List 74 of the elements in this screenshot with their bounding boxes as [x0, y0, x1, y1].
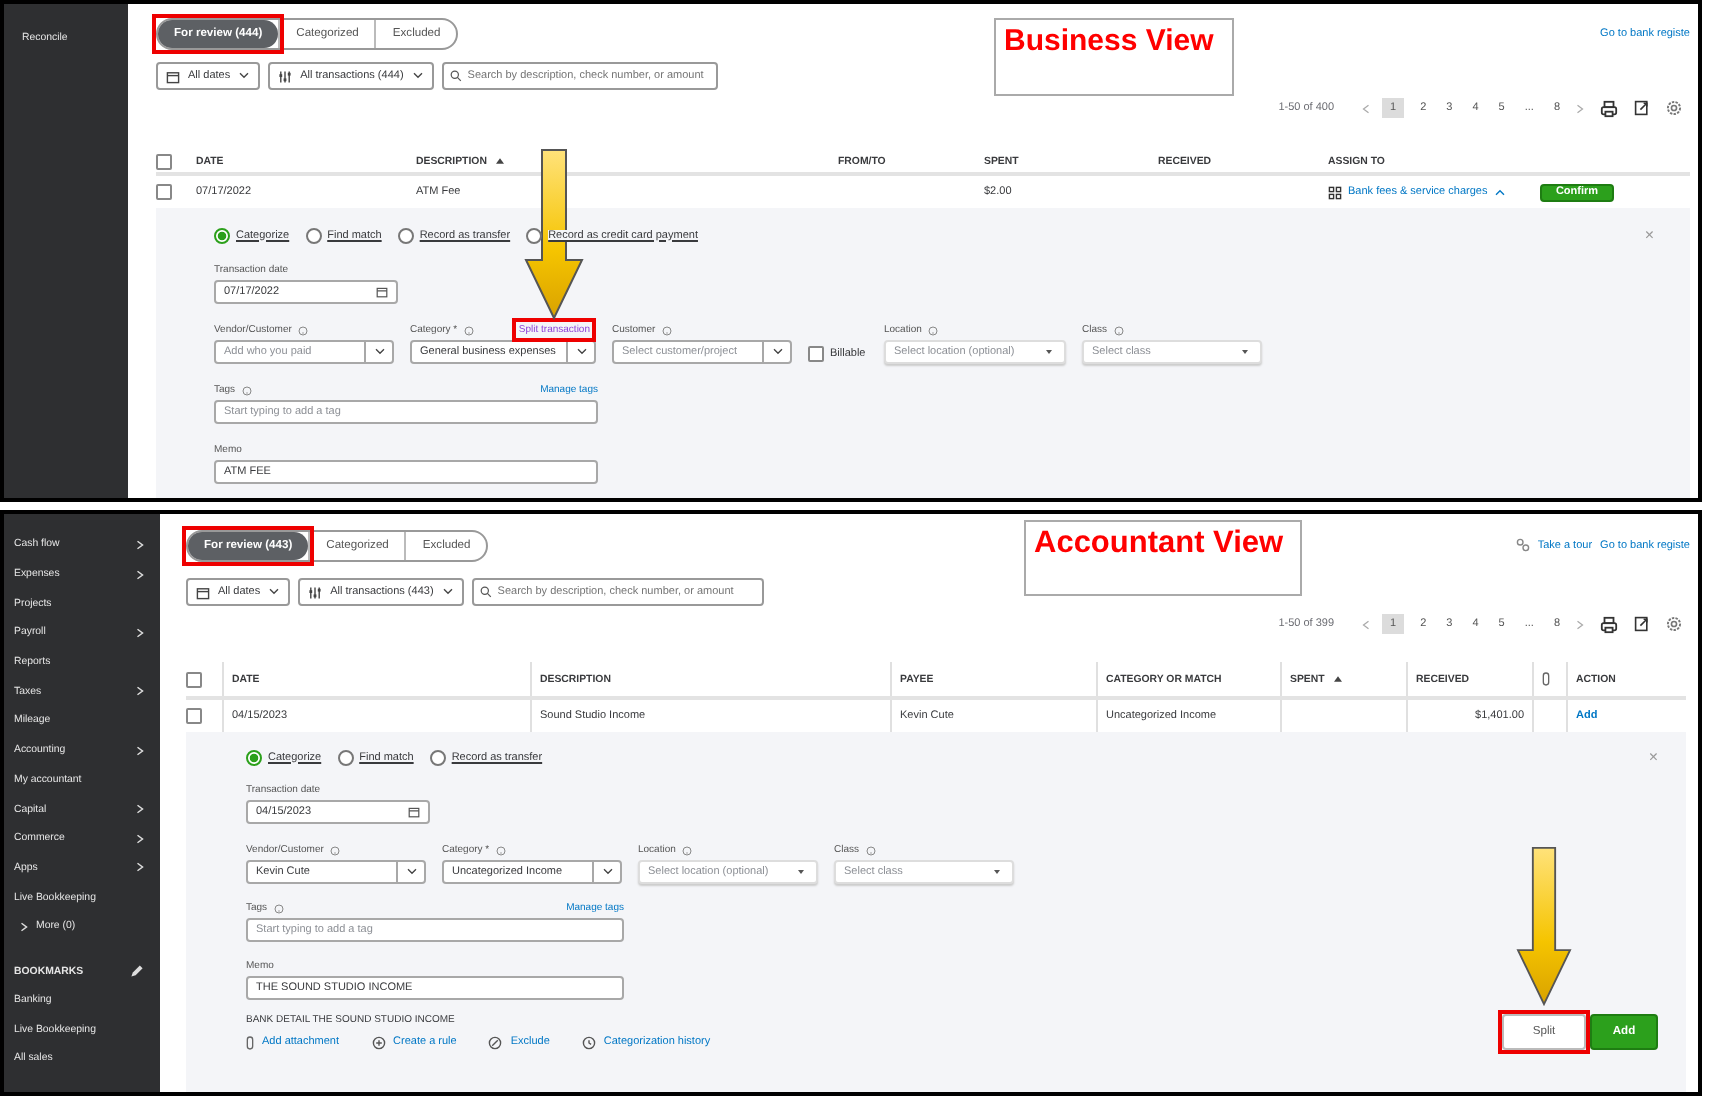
view-label: Business View	[994, 18, 1234, 96]
blocked-icon	[488, 1035, 503, 1049]
chevron-icon	[136, 804, 144, 815]
caret-icon	[1242, 350, 1248, 354]
radio-button[interactable]	[397, 227, 414, 243]
chevron-down-icon	[771, 348, 783, 356]
export-icon[interactable]	[1634, 616, 1650, 632]
settings-icon[interactable]	[1666, 616, 1682, 632]
calendar-icon	[408, 806, 420, 818]
chevron-down-icon	[575, 348, 587, 356]
checkbox[interactable]	[808, 346, 824, 362]
search-icon	[449, 70, 462, 82]
calendar-icon	[196, 585, 210, 599]
print-icon[interactable]	[1600, 99, 1618, 117]
chevron-down-icon	[601, 868, 613, 876]
chevron-down-icon	[373, 348, 385, 356]
paperclip-icon	[1542, 672, 1550, 686]
plus-circle-icon	[371, 1035, 386, 1049]
help-icon[interactable]	[463, 325, 474, 335]
help-icon[interactable]	[927, 325, 938, 335]
row-checkbox[interactable]	[186, 708, 202, 724]
calendar-icon	[166, 69, 180, 83]
chevron-down-icon	[405, 868, 417, 876]
help-icon[interactable]	[661, 325, 672, 335]
export-icon[interactable]	[1634, 100, 1650, 116]
paperclip-icon	[246, 1035, 254, 1049]
chevron-icon	[136, 627, 144, 638]
radio-button[interactable]	[526, 227, 543, 243]
calendar-icon	[376, 286, 388, 298]
select-all-checkbox[interactable]	[186, 671, 202, 687]
sliders-icon	[278, 69, 293, 83]
search-icon	[479, 586, 492, 598]
caret-icon[interactable]	[1493, 188, 1506, 196]
radio-button[interactable]	[337, 749, 354, 765]
help-icon[interactable]	[495, 845, 506, 855]
chevron-icon	[136, 862, 144, 873]
caret-icon	[798, 870, 804, 874]
radio-button[interactable]	[214, 227, 230, 243]
help-icon[interactable]	[329, 845, 340, 855]
chevron-icon	[136, 539, 144, 550]
previous-page-icon[interactable]	[1362, 103, 1371, 113]
help-icon[interactable]	[1113, 325, 1124, 335]
print-icon[interactable]	[1600, 615, 1618, 633]
row-checkbox[interactable]	[156, 184, 172, 200]
tour-icon	[1515, 538, 1530, 552]
help-icon[interactable]	[865, 845, 876, 855]
radio-button[interactable]	[429, 749, 446, 765]
chevron-down-icon	[411, 72, 424, 80]
select-all-checkbox[interactable]	[156, 153, 172, 169]
history-icon	[581, 1035, 596, 1049]
chevron-down-icon	[238, 72, 251, 80]
radio-button[interactable]	[246, 749, 262, 765]
radio-button[interactable]	[305, 227, 322, 243]
pencil-icon[interactable]	[130, 964, 144, 979]
chevron-icon	[136, 569, 144, 580]
chevron-down-icon	[441, 588, 454, 596]
chevron-icon	[136, 686, 144, 697]
grid-icon	[1328, 185, 1342, 199]
view-label: Accountant View	[1024, 520, 1302, 596]
help-icon[interactable]	[297, 325, 308, 335]
help-icon[interactable]	[273, 903, 284, 913]
help-icon[interactable]	[241, 385, 252, 395]
help-icon[interactable]	[681, 845, 692, 855]
chevron-icon	[136, 833, 144, 844]
sliders-icon	[308, 585, 323, 599]
settings-icon[interactable]	[1666, 100, 1682, 116]
chevron-icon	[20, 921, 28, 932]
chevron-down-icon	[268, 588, 281, 596]
next-page-icon[interactable]	[1576, 103, 1584, 113]
chevron-icon	[136, 745, 144, 756]
caret-icon	[994, 870, 1000, 874]
caret-icon	[1046, 350, 1052, 354]
previous-page-icon[interactable]	[1362, 619, 1371, 629]
next-page-icon[interactable]	[1576, 619, 1584, 629]
